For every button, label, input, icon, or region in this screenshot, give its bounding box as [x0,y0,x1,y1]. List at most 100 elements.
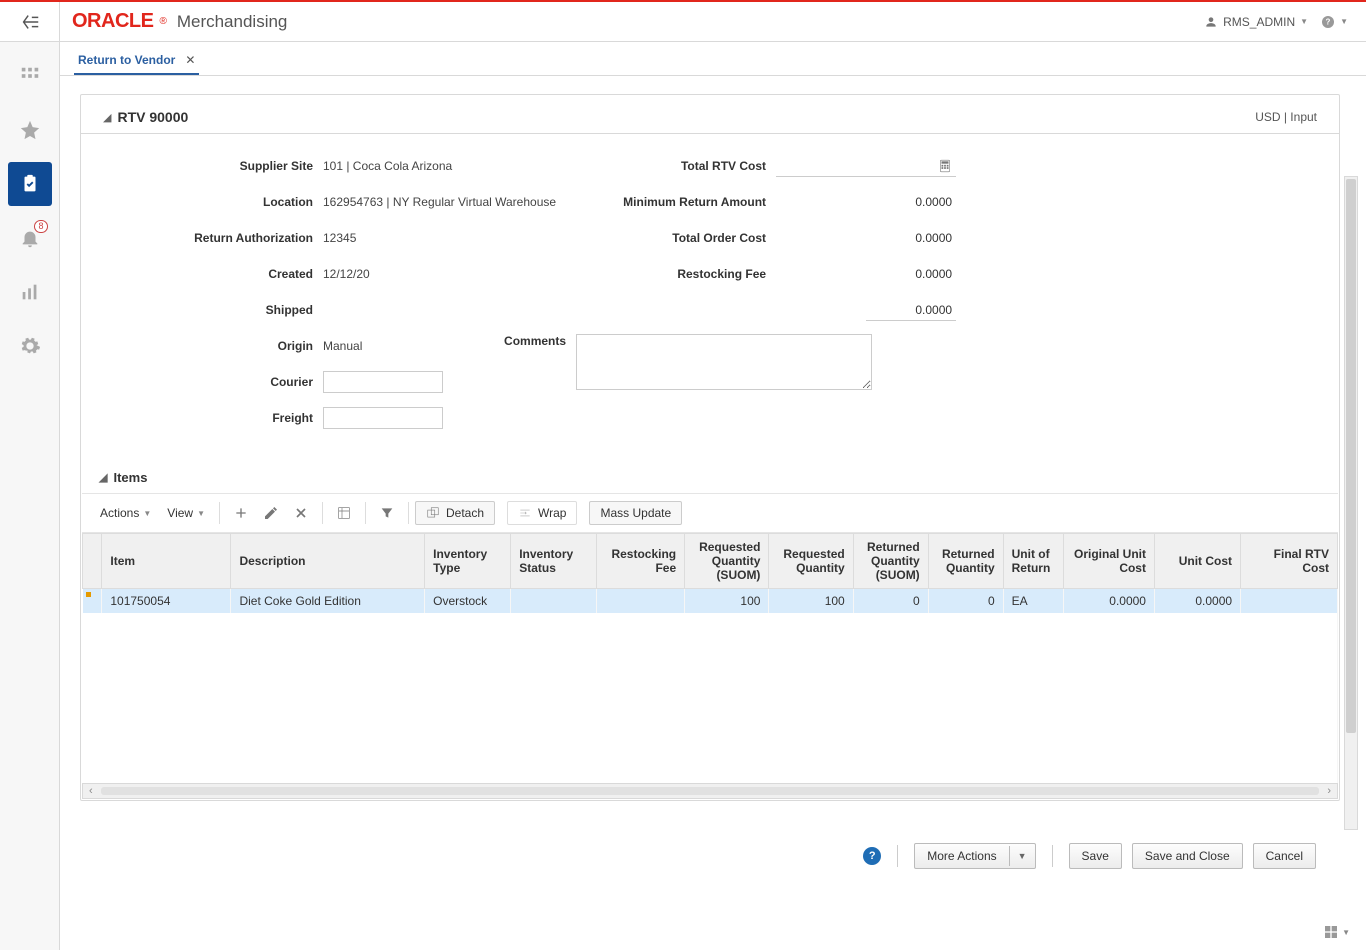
col-unit-cost[interactable]: Unit Cost [1154,534,1240,589]
nav-notifications[interactable]: 8 [8,216,52,260]
value-min-return: 0.0000 [776,191,956,213]
col-req-qty[interactable]: Requested Quantity [769,534,853,589]
collapse-icon[interactable]: ◢ [103,111,111,124]
filter-button[interactable] [372,500,402,526]
cell-req-qty: 100 [769,589,853,614]
wrap-button[interactable]: Wrap [507,501,577,525]
col-orig-unit-cost[interactable]: Original Unit Cost [1063,534,1154,589]
brand-reg-icon: ® [159,16,166,27]
help-menu[interactable]: ? ▼ [1320,14,1348,30]
x-icon [293,505,309,521]
accessibility-icon[interactable]: ▼ [1323,924,1350,940]
col-inventory-status[interactable]: Inventory Status [511,534,597,589]
divider [219,502,220,524]
input-freight[interactable] [323,407,443,429]
nav-settings[interactable] [8,324,52,368]
cell-uor: EA [1003,589,1063,614]
col-restocking-fee[interactable]: Restocking Fee [597,534,685,589]
label-min-return: Minimum Return Amount [586,195,776,209]
bar-chart-icon [19,281,41,303]
cell-orig-unit-cost: 0.0000 [1063,589,1154,614]
plus-icon [233,505,249,521]
svg-text:?: ? [1326,17,1331,26]
vertical-scrollbar[interactable] [1344,176,1358,830]
col-ret-qty-suom[interactable]: Returned Quantity (SUOM) [853,534,928,589]
label-supplier-site: Supplier Site [103,159,323,173]
calculator-icon[interactable] [938,159,952,173]
table-export-icon [336,505,352,521]
rtv-panel: ◢ RTV 90000 USD | Input Supplier Site101… [80,94,1340,801]
mass-update-button[interactable]: Mass Update [589,501,682,525]
nav-sidebar: 8 [0,42,60,950]
brand-logo: ORACLE [72,10,153,33]
label-location: Location [103,195,323,209]
tab-bar: Return to Vendor ✕ [60,42,1366,76]
sidebar-toggle[interactable] [0,2,60,41]
chevron-down-icon: ▼ [1342,928,1350,937]
col-inventory-type[interactable]: Inventory Type [425,534,511,589]
save-and-close-button[interactable]: Save and Close [1132,843,1243,869]
grid-icon [19,65,41,87]
value-total-order-cost: 0.0000 [776,227,956,249]
cell-item: 101750054 [102,589,231,614]
chevron-down-icon: ▼ [1300,17,1308,26]
add-button[interactable] [226,500,256,526]
value-location: 162954763 | NY Regular Virtual Warehouse [323,195,556,209]
collapse-icon[interactable]: ◢ [99,471,107,484]
pencil-icon [263,505,279,521]
save-button[interactable]: Save [1069,843,1122,869]
items-table: Item Description Inventory Type Inventor… [82,533,1338,783]
divider [322,502,323,524]
detach-button[interactable]: Detach [415,501,495,525]
col-req-qty-suom[interactable]: Requested Quantity (SUOM) [685,534,769,589]
cancel-button[interactable]: Cancel [1253,843,1316,869]
nav-tasks[interactable] [8,162,52,206]
tab-close-icon[interactable]: ✕ [185,53,195,67]
edit-button[interactable] [256,500,286,526]
col-indicator [83,534,102,589]
scroll-right-icon[interactable]: › [1327,785,1331,797]
user-name: RMS_ADMIN [1223,15,1295,29]
nav-apps[interactable] [8,54,52,98]
wrap-icon [518,506,532,520]
more-actions-button[interactable]: More Actions▼ [914,843,1035,869]
label-freight: Freight [103,411,323,425]
col-description[interactable]: Description [231,534,425,589]
tab-label: Return to Vendor [78,53,175,67]
help-button[interactable]: ? [863,847,881,865]
cell-ret-qty-suom: 0 [853,589,928,614]
nav-reports[interactable] [8,270,52,314]
label-total-order-cost: Total Order Cost [586,231,776,245]
menu-collapse-icon [19,11,41,33]
horizontal-scrollbar[interactable]: ‹› [82,783,1338,799]
brand-app-name: Merchandising [177,12,288,32]
tab-return-to-vendor[interactable]: Return to Vendor ✕ [74,46,199,75]
user-menu[interactable]: RMS_ADMIN ▼ [1204,15,1308,29]
view-menu[interactable]: View▼ [159,502,213,524]
value-supplier-site: 101 | Coca Cola Arizona [323,159,452,173]
table-row[interactable]: 101750054 Diet Coke Gold Edition Oversto… [83,589,1338,614]
chevron-down-icon: ▼ [1009,846,1035,866]
input-comments[interactable] [576,334,872,390]
label-origin: Origin [103,339,323,353]
divider [408,502,409,524]
cell-final-rtv-cost [1241,589,1338,614]
items-section-title: ◢ Items [81,460,1339,493]
cell-description: Diet Coke Gold Edition [231,589,425,614]
actions-menu[interactable]: Actions▼ [92,502,159,524]
divider [365,502,366,524]
input-courier[interactable] [323,371,443,393]
chevron-down-icon: ▼ [197,509,205,518]
brand: ORACLE ® Merchandising [60,10,287,33]
scroll-left-icon[interactable]: ‹ [89,785,93,797]
export-button[interactable] [329,500,359,526]
filter-icon [379,505,395,521]
col-final-rtv-cost[interactable]: Final RTV Cost [1241,534,1338,589]
value-total-rtv-cost [776,155,956,177]
nav-favorites[interactable] [8,108,52,152]
col-item[interactable]: Item [102,534,231,589]
col-uor[interactable]: Unit of Return [1003,534,1063,589]
delete-button[interactable] [286,500,316,526]
cell-ret-qty: 0 [928,589,1003,614]
col-ret-qty[interactable]: Returned Quantity [928,534,1003,589]
